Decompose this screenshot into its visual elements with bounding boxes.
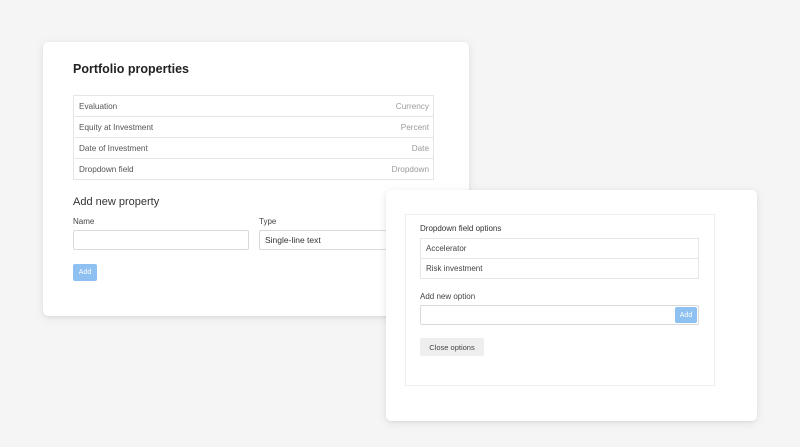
options-list: Accelerator Risk investment bbox=[420, 238, 699, 279]
option-label: Accelerator bbox=[426, 244, 467, 253]
property-type: Date bbox=[411, 143, 429, 153]
property-type: Currency bbox=[395, 101, 429, 111]
property-type-select-value: Single-line text bbox=[265, 235, 321, 245]
add-option-button[interactable]: Add bbox=[675, 307, 697, 323]
property-type: Dropdown bbox=[391, 164, 429, 174]
add-property-heading: Add new property bbox=[73, 196, 160, 208]
property-type: Percent bbox=[400, 122, 429, 132]
option-item[interactable]: Accelerator bbox=[420, 239, 699, 259]
option-item[interactable]: Risk investment bbox=[420, 259, 699, 279]
add-property-button[interactable]: Add bbox=[73, 264, 97, 281]
property-name: Evaluation bbox=[79, 101, 118, 111]
property-row[interactable]: Date of Investment Date bbox=[73, 138, 434, 159]
property-row[interactable]: Dropdown field Dropdown bbox=[73, 159, 434, 180]
property-name: Date of Investment bbox=[79, 143, 148, 153]
property-name: Dropdown field bbox=[79, 164, 134, 174]
name-label: Name bbox=[73, 217, 95, 226]
new-option-input[interactable] bbox=[420, 305, 699, 325]
dropdown-options-card: Dropdown field options Accelerator Risk … bbox=[386, 190, 757, 421]
new-option-label: Add new option bbox=[420, 292, 476, 301]
close-options-button[interactable]: Close options bbox=[420, 338, 484, 356]
type-label: Type bbox=[259, 217, 277, 226]
properties-table: Evaluation Currency Equity at Investment… bbox=[73, 95, 434, 180]
property-row[interactable]: Evaluation Currency bbox=[73, 96, 434, 117]
property-name: Equity at Investment bbox=[79, 122, 154, 132]
dropdown-options-title: Dropdown field options bbox=[420, 224, 502, 233]
property-row[interactable]: Equity at Investment Percent bbox=[73, 117, 434, 138]
option-label: Risk investment bbox=[426, 264, 483, 273]
portfolio-properties-title: Portfolio properties bbox=[73, 62, 189, 76]
property-name-input[interactable] bbox=[73, 230, 249, 250]
